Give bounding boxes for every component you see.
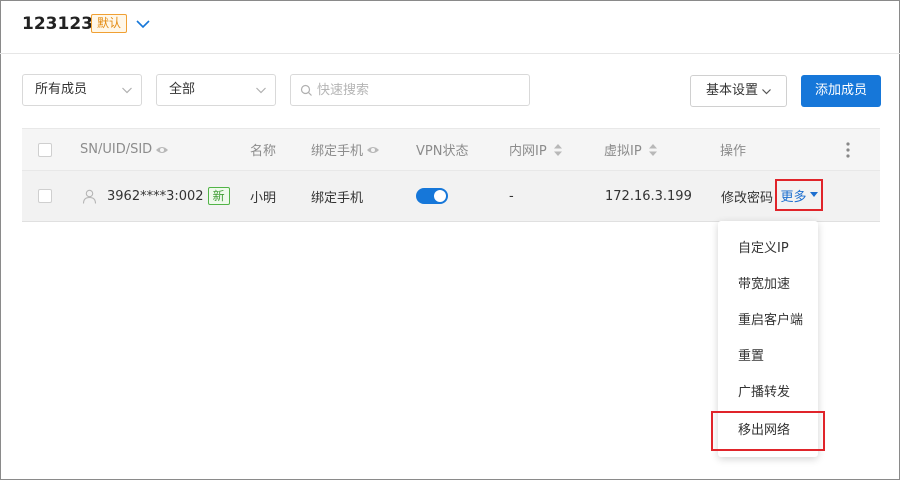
sort-icon[interactable] [648,143,658,157]
column-vpn: VPN状态 [416,144,469,159]
menu-item-custom-ip[interactable]: 自定义IP [718,231,818,267]
column-name: 名称 [250,144,277,159]
search-icon [300,84,312,96]
column-sn: SN/UID/SID [80,129,169,170]
eye-icon[interactable] [155,145,169,155]
chevron-down-icon [256,87,266,94]
status-filter-value: 全部 [169,82,196,97]
page-header: 123123 默认 [0,0,900,54]
column-phone: 绑定手机 [311,129,380,170]
more-actions-menu: 自定义IP 带宽加速 重启客户端 重置 广播转发 移出网络 [711,221,825,457]
more-actions-label: 更多 [780,189,807,205]
status-filter-select[interactable]: 全部 [156,74,276,106]
menu-item-broadcast-forward[interactable]: 广播转发 [718,375,818,411]
more-vertical-icon[interactable] [846,141,850,158]
column-virtual-ip-label: 虚拟IP [604,144,642,159]
change-password-link[interactable]: 修改密码 [721,171,773,221]
menu-item-restart-client[interactable]: 重启客户端 [718,303,818,339]
menu-item-reset[interactable]: 重置 [718,339,818,375]
vpn-toggle[interactable] [416,188,448,204]
column-sn-label: SN/UID/SID [80,142,153,157]
row-name: 小明 [250,190,277,206]
column-actions: 操作 [720,144,747,159]
new-badge: 新 [207,187,230,205]
column-lan-ip-label: 内网IP [509,144,547,159]
row-sn-value: 3962****3:002 [107,188,204,204]
sort-icon[interactable] [553,143,563,157]
table-row: 3962****3:002 新 小明 绑定手机 - 172.16.3.199 修… [22,171,880,222]
search-box[interactable] [290,74,530,106]
column-virtual-ip[interactable]: 虚拟IP [604,129,658,170]
default-badge: 默认 [91,14,128,33]
row-virtual-ip: 172.16.3.199 [605,188,692,204]
chevron-down-icon[interactable] [134,15,152,33]
row-checkbox-cell [38,171,52,221]
column-settings-cell [846,129,850,170]
menu-item-bandwidth-boost[interactable]: 带宽加速 [718,267,818,303]
row-sn-cell: 3962****3:002 新 [82,171,230,221]
add-member-button[interactable]: 添加成员 [801,75,881,107]
column-lan-ip[interactable]: 内网IP [509,129,563,170]
column-phone-label: 绑定手机 [311,144,364,159]
eye-icon[interactable] [366,145,380,155]
user-icon [82,189,97,204]
member-filter-select[interactable]: 所有成员 [22,74,142,106]
network-title: 123123 [22,14,93,34]
table-header: SN/UID/SID 名称 绑定手机 VPN状态 内网IP 虚拟IP 操作 [22,128,880,171]
more-actions-button[interactable]: 更多 [775,179,823,211]
chevron-down-icon [762,89,771,95]
row-vpn-cell [416,171,448,221]
menu-item-remove-from-network[interactable]: 移出网络 [711,411,825,451]
basic-settings-label: 基本设置 [706,83,759,98]
row-lan-ip: - [509,188,514,204]
search-input[interactable] [317,76,522,104]
select-all-checkbox[interactable] [38,142,52,157]
caret-down-icon [809,192,818,197]
basic-settings-button[interactable]: 基本设置 [690,75,787,107]
bind-phone-link[interactable]: 绑定手机 [311,171,363,221]
select-all-cell [38,129,52,170]
chevron-down-icon [122,87,132,94]
row-checkbox[interactable] [38,189,52,203]
member-filter-value: 所有成员 [35,82,88,97]
